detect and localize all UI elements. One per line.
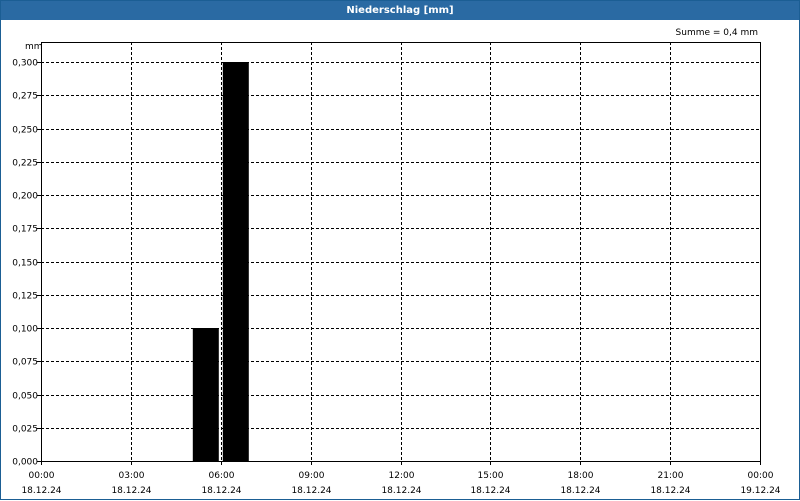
y-tick-label: 0,100 [12, 325, 38, 335]
y-axis-unit-label: mm [25, 42, 43, 52]
y-tick-label: 0,150 [12, 259, 38, 269]
x-tick-time-label: 03:00 [119, 471, 145, 481]
x-tick-date-label: 18.12.24 [470, 486, 510, 496]
x-tick-date-label: 18.12.24 [111, 486, 151, 496]
x-tick-time-label: 09:00 [299, 471, 325, 481]
x-tick-date-label: 18.12.24 [381, 486, 421, 496]
x-tick-time-label: 12:00 [389, 471, 415, 481]
y-tick-label: 0,200 [12, 192, 38, 202]
x-tick-time-label: 00:00 [748, 471, 774, 481]
chart-window: Niederschlag [mm] mm Summe = 0,4 mm 0,00… [0, 0, 800, 500]
x-tick-time-label: 21:00 [658, 471, 684, 481]
sum-annotation: Summe = 0,4 mm [676, 28, 758, 38]
x-tick-date-label: 19.12.24 [740, 486, 780, 496]
y-tick-label: 0,025 [12, 425, 38, 435]
precipitation-bar [222, 62, 249, 461]
y-tick-label: 0,000 [12, 458, 38, 468]
y-tick-label: 0,175 [12, 225, 38, 235]
precipitation-bar [192, 328, 219, 461]
x-tick-date-label: 18.12.24 [650, 486, 690, 496]
chart-canvas: mm Summe = 0,4 mm 0,000 0,025 0,050 0,075 0,… [12, 28, 781, 496]
y-tick-label: 0,250 [12, 126, 38, 136]
x-tick-date-label: 18.12.24 [560, 486, 600, 496]
y-tick-label: 0,300 [12, 59, 38, 69]
y-tick-label: 0,125 [12, 292, 38, 302]
bar-series [192, 62, 249, 461]
y-tick-label: 0,075 [12, 358, 38, 368]
grid-lines [37, 42, 761, 465]
x-tick-date-label: 18.12.24 [21, 486, 61, 496]
x-tick-date-label: 18.12.24 [201, 486, 241, 496]
x-tick-time-label: 00:00 [29, 471, 55, 481]
x-tick-time-label: 18:00 [568, 471, 594, 481]
x-tick-time-label: 15:00 [478, 471, 504, 481]
y-tick-label: 0,050 [12, 392, 38, 402]
x-tick-time-label: 06:00 [209, 471, 235, 481]
x-tick-date-label: 18.12.24 [291, 486, 331, 496]
y-tick-label: 0,225 [12, 159, 38, 169]
y-tick-label: 0,275 [12, 92, 38, 102]
